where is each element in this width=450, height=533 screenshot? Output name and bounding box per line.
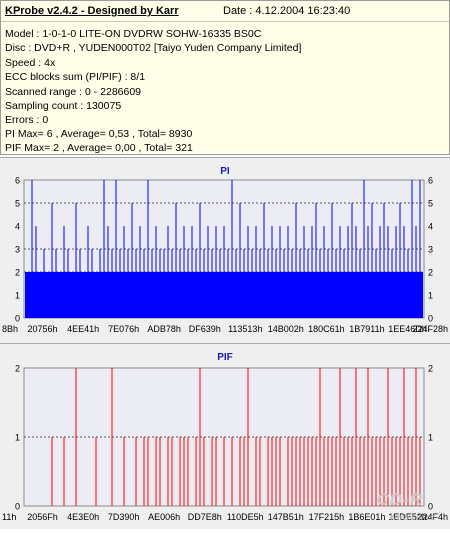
pi-chart-panel: PI 0 0 1 1 2 2 3 3 4 4 5 5 6 6 8Bh 20756h 4EE41h 7E076h AD…: [0, 157, 450, 343]
info-range: Scanned range : 0 - 2286609: [5, 86, 142, 98]
x-tick-label: 1B7911h: [349, 324, 384, 334]
y-tick-label-left: 4: [15, 222, 20, 232]
app-title: KProbe v2.4.2 - Designed by Karr: [5, 5, 179, 17]
info-pif-stats: PIF Max= 2 , Average= 0,00 , Total= 321: [5, 142, 193, 154]
y-tick-label-right: 6: [428, 176, 433, 186]
x-tick-label: 4E3E0h: [67, 512, 99, 522]
y-tick-label-right: 4: [428, 222, 433, 232]
x-tick-label: 110DE5h: [227, 512, 264, 522]
x-tick-label: 180C61h: [308, 324, 345, 334]
x-tick-label: 224F28h: [412, 324, 448, 334]
y-tick-label-left: 0: [15, 314, 20, 324]
pi-chart: PI 0 0 1 1 2 2 3 3 4 4 5 5 6 6 8Bh 20756h 4EE41h 7E076h AD…: [2, 166, 448, 334]
info-disc: Disc : DVD+R , YUDEN000T02 [Taiyo Yuden …: [5, 42, 302, 54]
info-sampling: Sampling count : 130075: [5, 100, 122, 112]
x-tick-label: 11h: [2, 512, 16, 522]
y-tick-label-right: 3: [428, 245, 433, 255]
info-panel: KProbe v2.4.2 - Designed by Karr Date : …: [0, 0, 450, 155]
x-tick-label: DF639h: [189, 324, 221, 334]
x-tick-label: 7E076h: [108, 324, 139, 334]
info-speed: Speed : 4x: [5, 57, 56, 69]
y-tick-label-right: 1: [428, 433, 433, 443]
x-tick-label: 113513h: [228, 324, 262, 334]
y-tick-label-left: 2: [15, 364, 20, 374]
x-tick-label: ADB78h: [147, 324, 181, 334]
info-errors: Errors : 0: [5, 114, 49, 126]
y-tick-label-right: 2: [428, 364, 433, 374]
y-tick-label-left: 5: [15, 199, 20, 209]
y-tick-label-right: 2: [428, 268, 433, 278]
x-tick-label: 147B51h: [268, 512, 304, 522]
y-tick-label-right: 5: [428, 199, 433, 209]
pi-chart-title: PI: [220, 166, 230, 177]
x-tick-label: DD7E8h: [188, 512, 222, 522]
scan-date: Date : 4.12.2004 16:23:40: [223, 5, 351, 17]
x-tick-label: 2056Fh: [27, 512, 58, 522]
watermark: CD-R www.cdr.cz: [355, 490, 445, 526]
info-pi-stats: PI Max= 6 , Average= 0,53 , Total= 8930: [5, 128, 193, 140]
info-ecc: ECC blocks sum (PI/PIF) : 8/1: [5, 71, 146, 83]
x-tick-label: 7D390h: [108, 512, 140, 522]
y-tick-label-left: 1: [15, 291, 20, 301]
x-tick-label: 17F215h: [309, 512, 345, 522]
y-tick-label-right: 0: [428, 314, 433, 324]
x-tick-label: 8Bh: [2, 324, 18, 334]
y-tick-label-right: 1: [428, 291, 433, 301]
x-tick-label: AE006h: [148, 512, 180, 522]
x-tick-label: 14B002h: [268, 324, 304, 334]
y-tick-label-left: 6: [15, 176, 20, 186]
y-tick-label-left: 3: [15, 245, 20, 255]
info-model: Model : 1-0-1-0 LITE-ON DVDRW SOHW-16335…: [5, 28, 262, 40]
header-divider: [1, 21, 449, 22]
watermark-logo: CD-R: [376, 490, 423, 509]
y-tick-label-left: 2: [15, 268, 20, 278]
y-tick-label-left: 0: [15, 502, 20, 512]
y-tick-label-left: 1: [15, 433, 20, 443]
watermark-url: www.cdr.cz: [389, 512, 435, 522]
x-tick-label: 4EE41h: [67, 324, 99, 334]
pif-chart-title: PIF: [217, 352, 233, 363]
x-tick-label: 20756h: [28, 324, 58, 334]
